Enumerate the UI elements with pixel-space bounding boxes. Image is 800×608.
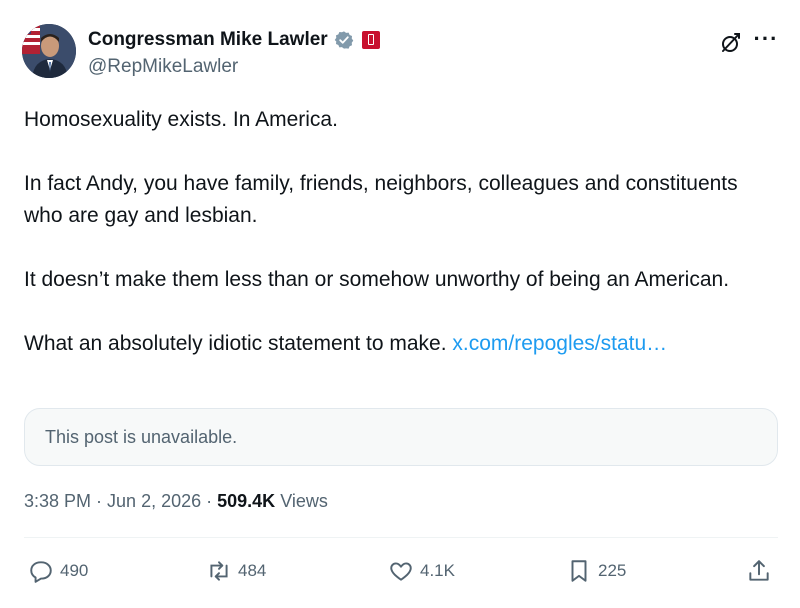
bookmark-icon [571, 560, 587, 582]
bookmark-button[interactable]: 225 [566, 555, 626, 587]
repost-count: 484 [238, 561, 267, 580]
quoted-post-unavailable-text: This post is unavailable. [45, 426, 238, 447]
reply-icon [30, 561, 52, 583]
views-label: Views [280, 491, 328, 511]
share-icon [749, 560, 769, 581]
government-affiliation-icon[interactable] [361, 31, 380, 49]
meta-separator: · [91, 491, 108, 511]
author-name-row[interactable]: Congressman Mike Lawler [88, 28, 380, 52]
post-body: Homosexuality exists. In America. In fac… [24, 104, 764, 360]
views-count: 509.4K [217, 491, 276, 511]
quoted-post-card[interactable]: This post is unavailable. [24, 408, 778, 466]
post-last-text: What an absolutely idiotic statement to … [24, 332, 447, 355]
repost-icon [210, 561, 228, 581]
verified-badge-icon[interactable] [334, 30, 354, 50]
meta-separator: · [201, 491, 218, 511]
grok-icon[interactable] [718, 30, 744, 56]
post-paragraph: In fact Andy, you have family, friends, … [24, 172, 738, 227]
author-handle[interactable]: @RepMikeLawler [88, 55, 238, 79]
post-metadata: 3:38 PM · Jun 2, 2026 · 509.4K Views [24, 489, 328, 513]
share-button[interactable] [746, 555, 772, 587]
reply-button[interactable]: 490 [28, 555, 88, 587]
post-paragraph: It doesn’t make them less than or someho… [24, 268, 730, 291]
action-bar: 490 484 4.1K 225 [0, 555, 800, 587]
repost-button[interactable]: 484 [206, 555, 266, 587]
post-link[interactable]: x.com/repogles/statu… [452, 332, 667, 355]
bookmark-count: 225 [598, 561, 627, 580]
more-icon[interactable]: ··· [752, 28, 780, 54]
divider [24, 537, 778, 538]
post-paragraph-last: What an absolutely idiotic statement to … [24, 328, 764, 360]
author-name[interactable]: Congressman Mike Lawler [88, 28, 328, 52]
post-date[interactable]: Jun 2, 2026 [107, 491, 201, 511]
post-paragraph: Homosexuality exists. In America. [24, 108, 338, 131]
like-icon [390, 562, 412, 581]
like-count: 4.1K [420, 561, 455, 580]
avatar[interactable] [22, 24, 76, 78]
like-button[interactable]: 4.1K [388, 555, 455, 587]
avatar-image [22, 24, 76, 78]
post-time[interactable]: 3:38 PM [24, 491, 91, 511]
reply-count: 490 [60, 561, 89, 580]
